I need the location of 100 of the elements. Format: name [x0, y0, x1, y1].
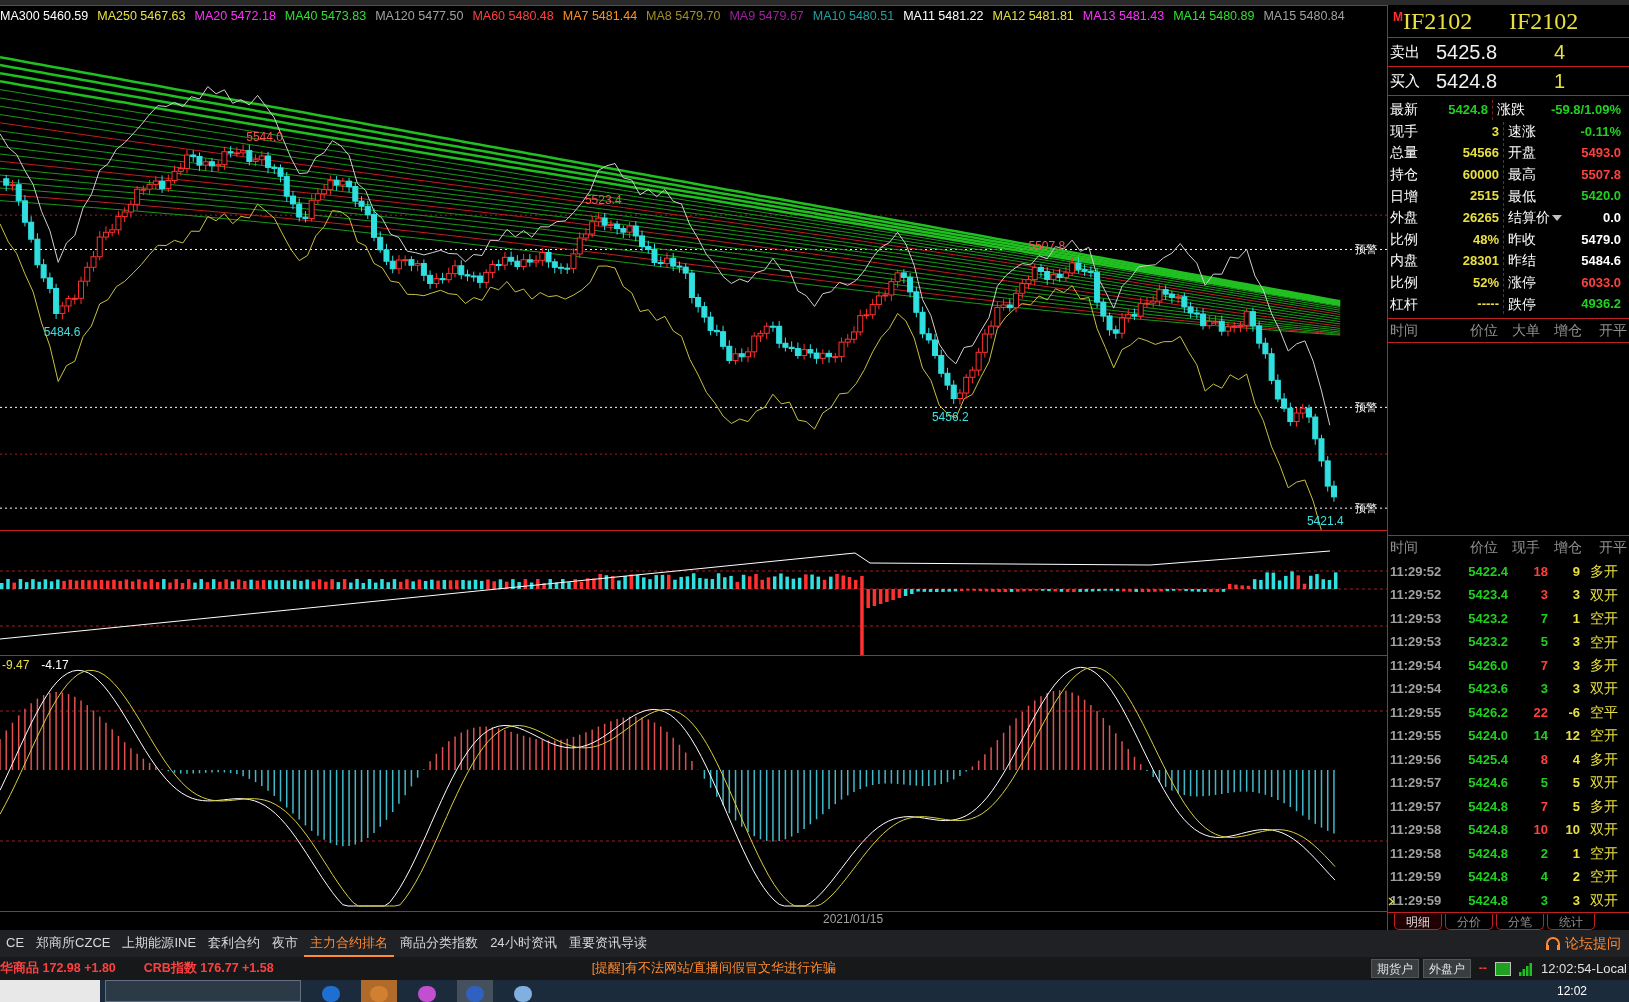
trade-time: 11:29:54	[1390, 656, 1443, 675]
stat-label: 杠杆	[1390, 294, 1418, 314]
column-header: 增仓	[1553, 320, 1582, 340]
price-label: 5421.4	[1306, 513, 1344, 528]
stat-value: 60000	[1430, 164, 1504, 185]
stat-label: 最高	[1508, 165, 1536, 185]
account-button[interactable]: 期货户	[1370, 959, 1419, 978]
trade-volume: 5	[1539, 633, 1548, 652]
moving-average-value: MA15 5480.84	[1263, 8, 1345, 26]
column-header: 价位	[1469, 538, 1498, 558]
trade-action: 多开	[1589, 656, 1618, 675]
trade-time: 11:29:55	[1390, 727, 1443, 746]
moving-average-value: MA13 5481.43	[1082, 8, 1165, 26]
price-label: 5507.8	[1028, 239, 1066, 254]
column-header: 时间	[1390, 538, 1419, 558]
column-header: 开平	[1598, 320, 1627, 340]
trade-action: 空开	[1589, 632, 1618, 652]
trade-action: 双开	[1589, 679, 1618, 699]
alert-label: 预警	[1355, 401, 1377, 414]
trade-change: 3	[1571, 656, 1580, 675]
stat-value: 6033.0	[1580, 273, 1622, 292]
trade-time: 11:29:58	[1390, 844, 1443, 863]
clock-text: 12:02:54-Local	[1541, 959, 1627, 978]
moving-average-value: MA40 5473.83	[284, 8, 367, 26]
trade-change: 3	[1571, 586, 1580, 605]
date-label: 2021/01/15	[823, 912, 884, 926]
stat-value: 48%	[1430, 229, 1504, 250]
order-label: 卖出	[1390, 41, 1421, 62]
trade-volume: 18	[1532, 562, 1548, 581]
trade-volume: 3	[1539, 680, 1548, 699]
trade-price: 5424.8	[1467, 797, 1508, 816]
market-tab[interactable]: 夜市	[266, 930, 305, 957]
market-tab[interactable]: 郑商所CZCE	[30, 930, 117, 957]
market-tab[interactable]: 上期能源INE	[116, 930, 203, 957]
stat-value: 52%	[1430, 272, 1504, 293]
trade-time: 11:29:56	[1390, 750, 1443, 769]
trade-volume: 7	[1539, 656, 1548, 675]
trade-volume: 2	[1539, 844, 1548, 863]
stat-value: -0.11%	[1579, 122, 1622, 141]
trade-price: 5423.4	[1467, 586, 1508, 605]
stat-value: 4936.2	[1580, 295, 1622, 314]
trade-price: 5424.6	[1467, 774, 1508, 793]
indicator-value: -9.47	[2, 657, 30, 674]
alert-label: 预警	[1355, 502, 1377, 515]
trade-change: -6	[1567, 703, 1580, 722]
market-tab[interactable]: 重要资讯导读	[562, 930, 653, 957]
trade-volume: 4	[1539, 868, 1548, 887]
stat-value: 26265	[1430, 208, 1504, 228]
market-tab[interactable]: 24小时资讯	[484, 930, 563, 957]
moving-average-value: MA7 5481.44	[562, 8, 638, 26]
market-tab[interactable]: 商品分类指数	[394, 930, 485, 957]
trade-action: 双开	[1589, 585, 1618, 605]
trade-time: 11:29:57	[1390, 774, 1443, 793]
trade-price: 5425.4	[1467, 750, 1508, 769]
headphones-icon	[1545, 936, 1561, 951]
moving-average-value: MA8 5479.70	[646, 8, 721, 26]
trade-volume: 14	[1532, 727, 1548, 746]
stat-label: 跌停	[1508, 294, 1536, 314]
trade-volume: 3	[1539, 891, 1548, 910]
trade-change: 2	[1571, 868, 1580, 887]
trade-change: 12	[1564, 727, 1580, 746]
search-field[interactable]	[105, 980, 301, 1002]
notice-text: [提醒]有不法网站/直播间假冒文华进行诈骗	[591, 960, 837, 978]
trade-price: 5423.2	[1467, 609, 1508, 628]
trade-time: 11:29:59	[1390, 891, 1443, 910]
trade-price: 5424.0	[1467, 727, 1508, 746]
trade-change: 3	[1571, 891, 1580, 910]
forum-link[interactable]: 论坛提问	[1545, 933, 1621, 954]
stat-label: 昨收	[1508, 229, 1536, 249]
account-button[interactable]: 外盘户	[1422, 959, 1471, 978]
stat-value: 5493.0	[1580, 144, 1622, 163]
trade-action: 空开	[1589, 843, 1618, 863]
column-header: 时间	[1390, 320, 1419, 340]
trade-price: 5426.0	[1467, 656, 1508, 675]
order-price: 5424.8	[1436, 69, 1499, 94]
stat-value: 3	[1430, 121, 1504, 142]
trade-change: 5	[1571, 774, 1580, 793]
trade-price: 5426.2	[1467, 703, 1508, 722]
dropdown-caret-icon[interactable]	[1552, 214, 1562, 221]
stat-label: 持仓	[1390, 165, 1418, 185]
stat-value: -----	[1430, 294, 1504, 314]
trade-action: 双开	[1589, 773, 1618, 793]
trade-change: 1	[1571, 844, 1580, 863]
trade-change: 10	[1564, 821, 1580, 840]
trade-volume: 3	[1539, 586, 1548, 605]
market-tab[interactable]: 套利合约	[202, 930, 267, 957]
panel-tab[interactable]: 明细	[1394, 914, 1442, 930]
trade-volume: 7	[1539, 609, 1548, 628]
trade-time: 11:29:59	[1390, 868, 1443, 887]
market-tab[interactable]: CE	[0, 930, 31, 957]
stat-label: 涨停	[1508, 273, 1536, 293]
stat-value: 5507.8	[1580, 165, 1622, 184]
moving-average-value: MA14 5480.89	[1173, 8, 1255, 26]
trade-price: 5424.8	[1467, 821, 1508, 840]
stat-value: 2515	[1430, 186, 1504, 206]
moving-average-value: MA11 5481.22	[903, 8, 984, 26]
trade-change: 1	[1571, 609, 1580, 628]
trade-action: 空开	[1589, 609, 1618, 629]
trade-change: 9	[1571, 562, 1580, 581]
trade-time: 11:29:53	[1390, 633, 1443, 652]
